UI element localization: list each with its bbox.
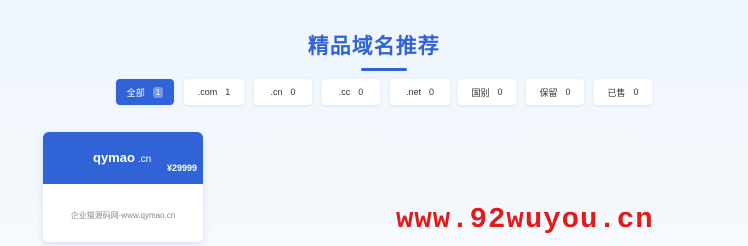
filter-tab-cn[interactable]: .cn 0 (254, 79, 312, 105)
domain-tld: .cn (137, 154, 152, 165)
filter-label: .net (405, 87, 421, 97)
filter-tab-com[interactable]: .com 1 (184, 79, 244, 105)
filter-label: 全部 (126, 87, 145, 98)
filter-tab-reserved[interactable]: 保留 0 (526, 79, 584, 105)
filter-tab-all[interactable]: 全部 1 (116, 79, 174, 105)
filter-label: 国别 (471, 87, 490, 98)
filter-label: 保留 (539, 87, 558, 98)
filter-tab-country[interactable]: 国别 0 (458, 79, 516, 105)
filter-label: .cn (270, 87, 283, 97)
domain-name-text: qymao (93, 150, 135, 165)
domain-card-header: qymao .cn ¥29999 (43, 132, 203, 184)
filter-count: 0 (633, 87, 639, 97)
filter-label: .cc (338, 87, 351, 97)
filter-label: 已售 (607, 87, 626, 98)
domain-name: qymao .cn (93, 150, 151, 165)
filter-count: 0 (565, 87, 571, 97)
domain-card[interactable]: qymao .cn ¥29999 企业猫源码网-www.qymao.cn (43, 132, 203, 242)
watermark: www.92wuyou.cn (396, 203, 654, 236)
domain-price: ¥29999 (166, 163, 197, 173)
filter-count: 0 (290, 87, 296, 97)
title-underline (361, 68, 407, 71)
filter-count: 0 (429, 87, 435, 97)
filter-count: 1 (225, 87, 231, 97)
domain-description: 企业猫源码网-www.qymao.cn (70, 211, 176, 220)
filter-tab-net[interactable]: .net 0 (390, 79, 450, 105)
filter-count: 0 (497, 87, 503, 97)
filter-label: .com (197, 87, 218, 97)
filter-count: 0 (358, 87, 364, 97)
filter-tab-cc[interactable]: .cc 0 (322, 79, 380, 105)
filter-tab-sold[interactable]: 已售 0 (594, 79, 652, 105)
section-title: 精品域名推荐 (308, 35, 440, 58)
filter-count-badge: 1 (152, 86, 164, 98)
